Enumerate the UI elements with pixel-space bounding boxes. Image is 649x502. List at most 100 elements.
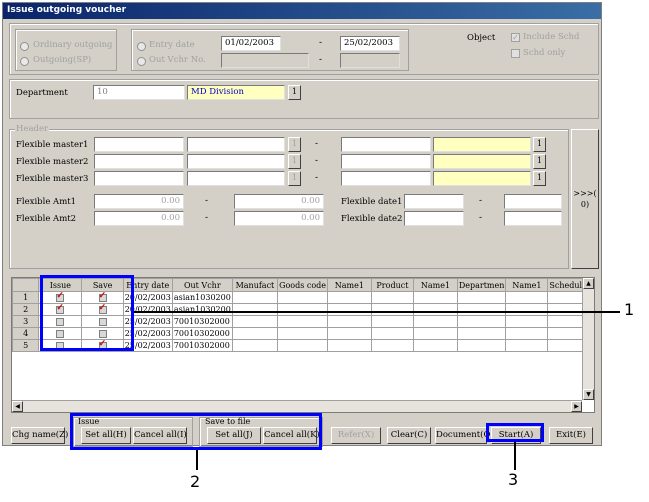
flexible-master1-separator: - <box>315 139 319 149</box>
table-cell <box>505 303 549 316</box>
callout-1-number: 1 <box>624 300 635 319</box>
outgoing-sp-label: Outgoing(SP) <box>33 55 92 65</box>
column-header[interactable]: Manufact <box>231 278 279 292</box>
column-header[interactable]: Out Vchr <box>171 278 233 292</box>
entry-date-from-field[interactable]: 01/02/2003 <box>221 36 281 51</box>
callout-3-number: 3 <box>508 470 519 489</box>
flexible-master1-name-to <box>433 137 531 152</box>
scroll-up-icon[interactable]: ▲ <box>583 278 594 289</box>
table-cell <box>505 291 549 304</box>
object-label: Object <box>467 33 496 43</box>
header-expand-button[interactable]: >>>( 0) <box>571 129 599 269</box>
grid-corner-header <box>11 278 40 292</box>
callout-1-leader-line <box>134 311 620 313</box>
flexible-master2-code[interactable] <box>94 154 184 169</box>
entry-date-to-field[interactable]: 25/02/2003 <box>340 36 400 51</box>
table-cell <box>231 291 279 304</box>
table-cell <box>413 315 458 328</box>
clear-button[interactable]: Clear(C) <box>387 427 431 444</box>
include-schd-label: Include Schd <box>523 32 580 42</box>
column-header[interactable]: Name1 <box>505 278 549 292</box>
table-cell <box>277 327 329 340</box>
flexible-amt1-to-field[interactable]: 0.00 <box>234 194 324 209</box>
department-code-field[interactable]: 10 <box>93 85 185 100</box>
scroll-down-icon[interactable]: ▼ <box>583 389 594 400</box>
flexible-master2-code-to[interactable] <box>341 154 431 169</box>
column-header[interactable]: Product <box>370 278 415 292</box>
flexible-master2-lookup-button[interactable]: 1 <box>288 154 301 169</box>
entry-date-label: Entry date <box>149 40 195 50</box>
header-group-label: Header <box>15 124 50 134</box>
table-cell <box>370 339 415 352</box>
callout-2-leader-line <box>196 450 198 470</box>
flexible-master1-lookup-to-button[interactable]: 1 <box>533 137 546 152</box>
callout-3-highlight <box>486 423 544 442</box>
exit-button[interactable]: Exit(E) <box>549 427 593 444</box>
scroll-right-icon[interactable]: ▶ <box>571 401 582 412</box>
flexible-master2-separator: - <box>315 156 319 166</box>
flexible-master3-code-to[interactable] <box>341 171 431 186</box>
table-cell <box>277 291 329 304</box>
flexible-amt1-from-field[interactable]: 0.00 <box>94 194 184 209</box>
issue-outgoing-voucher-window: Issue outgoing voucher Ordinary outgoing… <box>2 2 602 447</box>
flexible-master2-name[interactable] <box>187 154 285 169</box>
flexible-master3-lookup-to-button[interactable]: 1 <box>533 171 546 186</box>
callout-2-number: 2 <box>190 472 201 491</box>
flexible-master1-code-to[interactable] <box>341 137 431 152</box>
column-header[interactable]: Departmen <box>456 278 507 292</box>
table-cell <box>277 303 329 316</box>
table-cell <box>327 303 372 316</box>
department-lookup-button[interactable]: 1 <box>288 85 301 100</box>
callout-3-leader-line <box>514 442 516 470</box>
chg-name-button[interactable]: Chg name(Z) <box>11 427 68 444</box>
flexible-date1-to-field[interactable] <box>504 194 562 209</box>
outgoing-sp-radio[interactable] <box>20 57 29 66</box>
out-vchr-to-field[interactable] <box>340 53 400 68</box>
table-cell <box>327 291 372 304</box>
table-cell <box>505 315 549 328</box>
table-cell <box>327 315 372 328</box>
flexible-amt1-label: Flexible Amt1 <box>16 197 77 207</box>
flexible-master1-lookup-button[interactable]: 1 <box>288 137 301 152</box>
flexible-amt1-separator: - <box>205 196 209 206</box>
flexible-master1-name[interactable] <box>187 137 285 152</box>
include-schd-checkbox[interactable]: ✓ <box>511 33 520 42</box>
refer-button[interactable]: Refer(X) <box>331 427 381 444</box>
column-header[interactable]: Name1 <box>413 278 458 292</box>
column-header[interactable]: Goods code <box>277 278 329 292</box>
document-button[interactable]: Document(Q) <box>435 427 494 444</box>
grid-horizontal-scrollbar[interactable]: ◀ ▶ <box>12 400 582 412</box>
flexible-master3-code[interactable] <box>94 171 184 186</box>
ordinary-outgoing-radio[interactable] <box>20 42 29 51</box>
out-vchr-from-field[interactable] <box>221 53 309 68</box>
out-vchr-cell: asian1030200 <box>171 291 233 304</box>
schd-only-checkbox[interactable] <box>511 49 520 58</box>
table-cell <box>413 339 458 352</box>
flexible-amt2-from-field[interactable]: 0.00 <box>94 211 184 226</box>
flexible-date2-from-field[interactable] <box>404 211 464 226</box>
scroll-left-icon[interactable]: ◀ <box>12 401 23 412</box>
column-header[interactable]: Name1 <box>327 278 372 292</box>
table-cell <box>413 303 458 316</box>
table-cell <box>231 327 279 340</box>
flexible-master2-lookup-to-button[interactable]: 1 <box>533 154 546 169</box>
table-cell <box>277 315 329 328</box>
out-vchr-no-label: Out Vchr No. <box>149 55 206 65</box>
row-number: 5 <box>11 339 40 352</box>
flexible-master1-code[interactable] <box>94 137 184 152</box>
table-cell <box>456 303 507 316</box>
grid-vertical-scrollbar[interactable]: ▲ ▼ <box>582 278 594 400</box>
entry-date-radio[interactable] <box>137 42 146 51</box>
out-vchr-no-radio[interactable] <box>137 57 146 66</box>
flexible-master3-lookup-button[interactable]: 1 <box>288 171 301 186</box>
flexible-amt2-to-field[interactable]: 0.00 <box>234 211 324 226</box>
out-vchr-cell: 70010302000 <box>171 339 233 352</box>
flexible-master2-label: Flexible master2 <box>16 157 89 167</box>
flexible-master3-name[interactable] <box>187 171 285 186</box>
flexible-date2-to-field[interactable] <box>504 211 562 226</box>
flexible-amt2-separator: - <box>205 213 209 223</box>
table-cell <box>505 327 549 340</box>
window-title: Issue outgoing voucher <box>3 3 601 19</box>
flexible-date1-from-field[interactable] <box>404 194 464 209</box>
out-vchr-cell: 70010302000 <box>171 327 233 340</box>
